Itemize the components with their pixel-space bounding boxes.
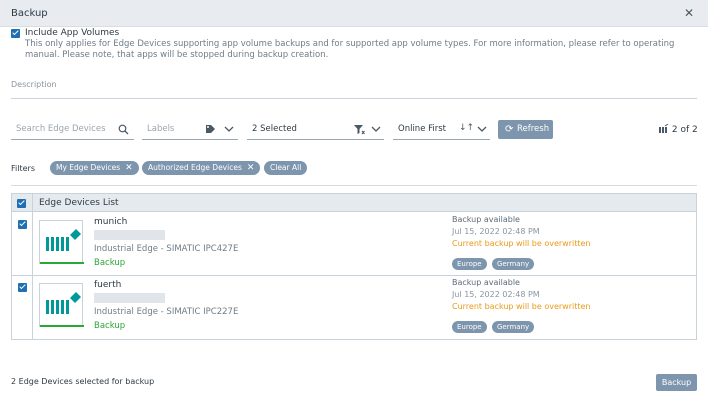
device-image	[39, 283, 84, 327]
device-placeholder-bar	[94, 293, 165, 303]
divider	[11, 185, 697, 186]
backup-button[interactable]: Backup	[656, 374, 697, 391]
list-header-title: Edge Devices List	[39, 198, 119, 208]
selection-summary: 2 Edge Devices selected for backup	[11, 377, 155, 386]
refresh-icon: ⟳	[505, 124, 514, 135]
dialog-header: Backup ✕	[0, 0, 708, 27]
device-name: munich	[94, 217, 128, 227]
filter-chip-label: Authorized Edge Devices	[148, 163, 242, 172]
list-header: Edge Devices List	[12, 194, 696, 212]
tag-badge: Germany	[492, 258, 535, 270]
backup-state: Backup available	[452, 215, 520, 224]
search-input[interactable]: Search Edge Devices	[11, 120, 134, 140]
status-bar	[40, 262, 84, 264]
chevron-down-icon[interactable]	[371, 125, 381, 133]
description-label: Description	[11, 80, 57, 89]
search-icon[interactable]	[118, 124, 129, 135]
labels-placeholder: Labels	[147, 124, 175, 134]
filter-chip-authorized-edge-devices[interactable]: Authorized Edge Devices ✕	[142, 161, 261, 175]
device-model: Industrial Edge - SIMATIC IPC427E	[94, 244, 239, 254]
expand-icon[interactable]	[659, 123, 669, 133]
filters-label: Filters	[11, 164, 35, 173]
pager: 2 of 2	[659, 123, 698, 135]
tag-badge: Europe	[452, 258, 487, 270]
search-placeholder: Search Edge Devices	[16, 124, 106, 134]
backup-warning: Current backup will be overwritten	[452, 302, 591, 311]
row-checkbox[interactable]	[18, 283, 27, 292]
refresh-button[interactable]: ⟳ Refresh	[498, 120, 553, 139]
device-placeholder-bar	[94, 230, 165, 240]
device-status: Backup	[94, 321, 126, 331]
edge-devices-list: Edge Devices List munich Industrial Edge…	[11, 193, 697, 340]
include-app-volumes-label: Include App Volumes	[25, 28, 120, 38]
clear-all-label: Clear All	[270, 163, 302, 172]
device-icon	[46, 292, 81, 314]
filter-chip-label: My Edge Devices	[56, 163, 121, 172]
sort-icon: ↓↑	[459, 123, 475, 133]
list-item[interactable]: munich Industrial Edge - SIMATIC IPC427E…	[12, 213, 696, 276]
row-checkbox[interactable]	[18, 220, 27, 229]
include-app-volumes-note: This only applies for Edge Devices suppo…	[25, 39, 675, 60]
status-filter-select[interactable]: 2 Selected	[247, 120, 384, 140]
refresh-label: Refresh	[517, 124, 550, 134]
pager-text: 2 of 2	[671, 125, 698, 135]
backup-date: Jul 15, 2022 02:48 PM	[452, 290, 540, 299]
dialog-title: Backup	[11, 8, 48, 19]
close-icon[interactable]: ✕	[125, 163, 133, 173]
tag-badge: Europe	[452, 321, 487, 333]
sort-value: Online First	[398, 124, 447, 134]
close-icon[interactable]: ✕	[247, 163, 255, 173]
include-app-volumes-checkbox[interactable]	[11, 29, 20, 38]
clear-all-button[interactable]: Clear All	[264, 161, 308, 175]
tag-icon	[206, 125, 215, 133]
chevron-down-icon[interactable]	[477, 125, 487, 133]
device-status: Backup	[94, 258, 126, 268]
device-name: fuerth	[94, 280, 122, 290]
backup-state: Backup available	[452, 278, 520, 287]
device-model: Industrial Edge - SIMATIC IPC227E	[94, 307, 239, 317]
labels-select[interactable]: Labels	[142, 120, 238, 140]
list-item[interactable]: fuerth Industrial Edge - SIMATIC IPC227E…	[12, 276, 696, 339]
sort-select[interactable]: Online First ↓↑	[393, 120, 490, 140]
description-input[interactable]	[11, 98, 697, 99]
tag-badge: Germany	[492, 321, 535, 333]
select-all-checkbox[interactable]	[17, 199, 26, 208]
filter-icon	[354, 125, 365, 135]
filter-chip-my-edge-devices[interactable]: My Edge Devices ✕	[50, 161, 139, 175]
close-icon[interactable]: ✕	[684, 6, 694, 20]
device-icon	[46, 229, 81, 251]
status-filter-value: 2 Selected	[252, 124, 297, 134]
chevron-down-icon[interactable]	[224, 125, 234, 133]
backup-warning: Current backup will be overwritten	[452, 239, 591, 248]
device-image	[39, 220, 84, 264]
backup-date: Jul 15, 2022 02:48 PM	[452, 227, 540, 236]
status-bar	[40, 325, 84, 327]
